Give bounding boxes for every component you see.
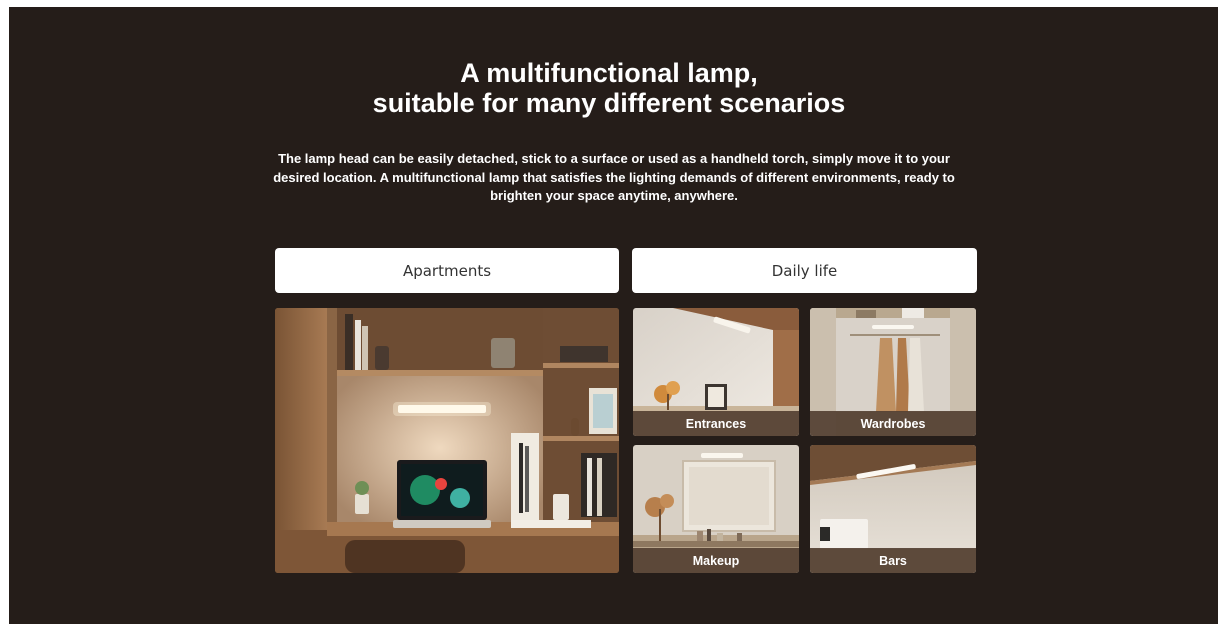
section-description: The lamp head can be easily detached, st… bbox=[273, 151, 955, 203]
makeup-caption: Makeup bbox=[633, 548, 799, 573]
wardrobes-tile: Wardrobes bbox=[810, 308, 976, 436]
wardrobes-caption: Wardrobes bbox=[810, 411, 976, 436]
entrances-tile: Entrances bbox=[633, 308, 799, 436]
section-headline: A multifunctional lamp, suitable for man… bbox=[0, 58, 1218, 118]
headline-line-1: A multifunctional lamp, bbox=[460, 58, 758, 88]
apartment-desk-image bbox=[275, 308, 619, 573]
tab-apartments[interactable]: Apartments bbox=[275, 248, 619, 293]
entrances-caption: Entrances bbox=[633, 411, 799, 436]
makeup-tile: Makeup bbox=[633, 445, 799, 573]
tab-daily-life[interactable]: Daily life bbox=[632, 248, 977, 293]
headline-line-2: suitable for many different scenarios bbox=[372, 88, 846, 118]
bars-caption: Bars bbox=[810, 548, 976, 573]
bars-tile: Bars bbox=[810, 445, 976, 573]
